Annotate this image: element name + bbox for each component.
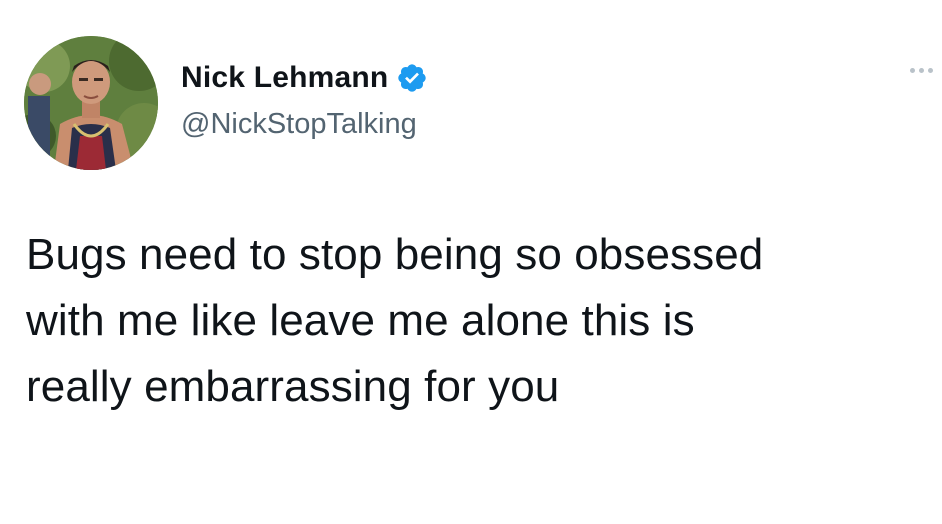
tweet-text-line: Bugs need to stop being so obsessed <box>26 230 764 279</box>
author-handle[interactable]: @NickStopTalking <box>181 108 417 141</box>
more-dot-icon <box>919 67 924 73</box>
author-name-row: Nick Lehmann <box>181 58 428 98</box>
tweet-text: Bugs need to stop being so obsessed with… <box>26 222 926 420</box>
verified-badge-icon <box>396 62 428 94</box>
more-dot-icon <box>928 67 933 73</box>
more-options-icon[interactable] <box>910 60 938 80</box>
avatar-photo <box>24 36 158 170</box>
author-display-name[interactable]: Nick Lehmann <box>181 61 388 95</box>
more-dot-icon <box>910 67 915 73</box>
tweet-text-line: with me like leave me alone this is <box>26 296 695 345</box>
avatar[interactable] <box>24 36 158 170</box>
tweet-text-line: really embarrassing for you <box>26 362 560 411</box>
tweet-card: Nick Lehmann @NickStopTalking Bugs need … <box>0 0 942 524</box>
